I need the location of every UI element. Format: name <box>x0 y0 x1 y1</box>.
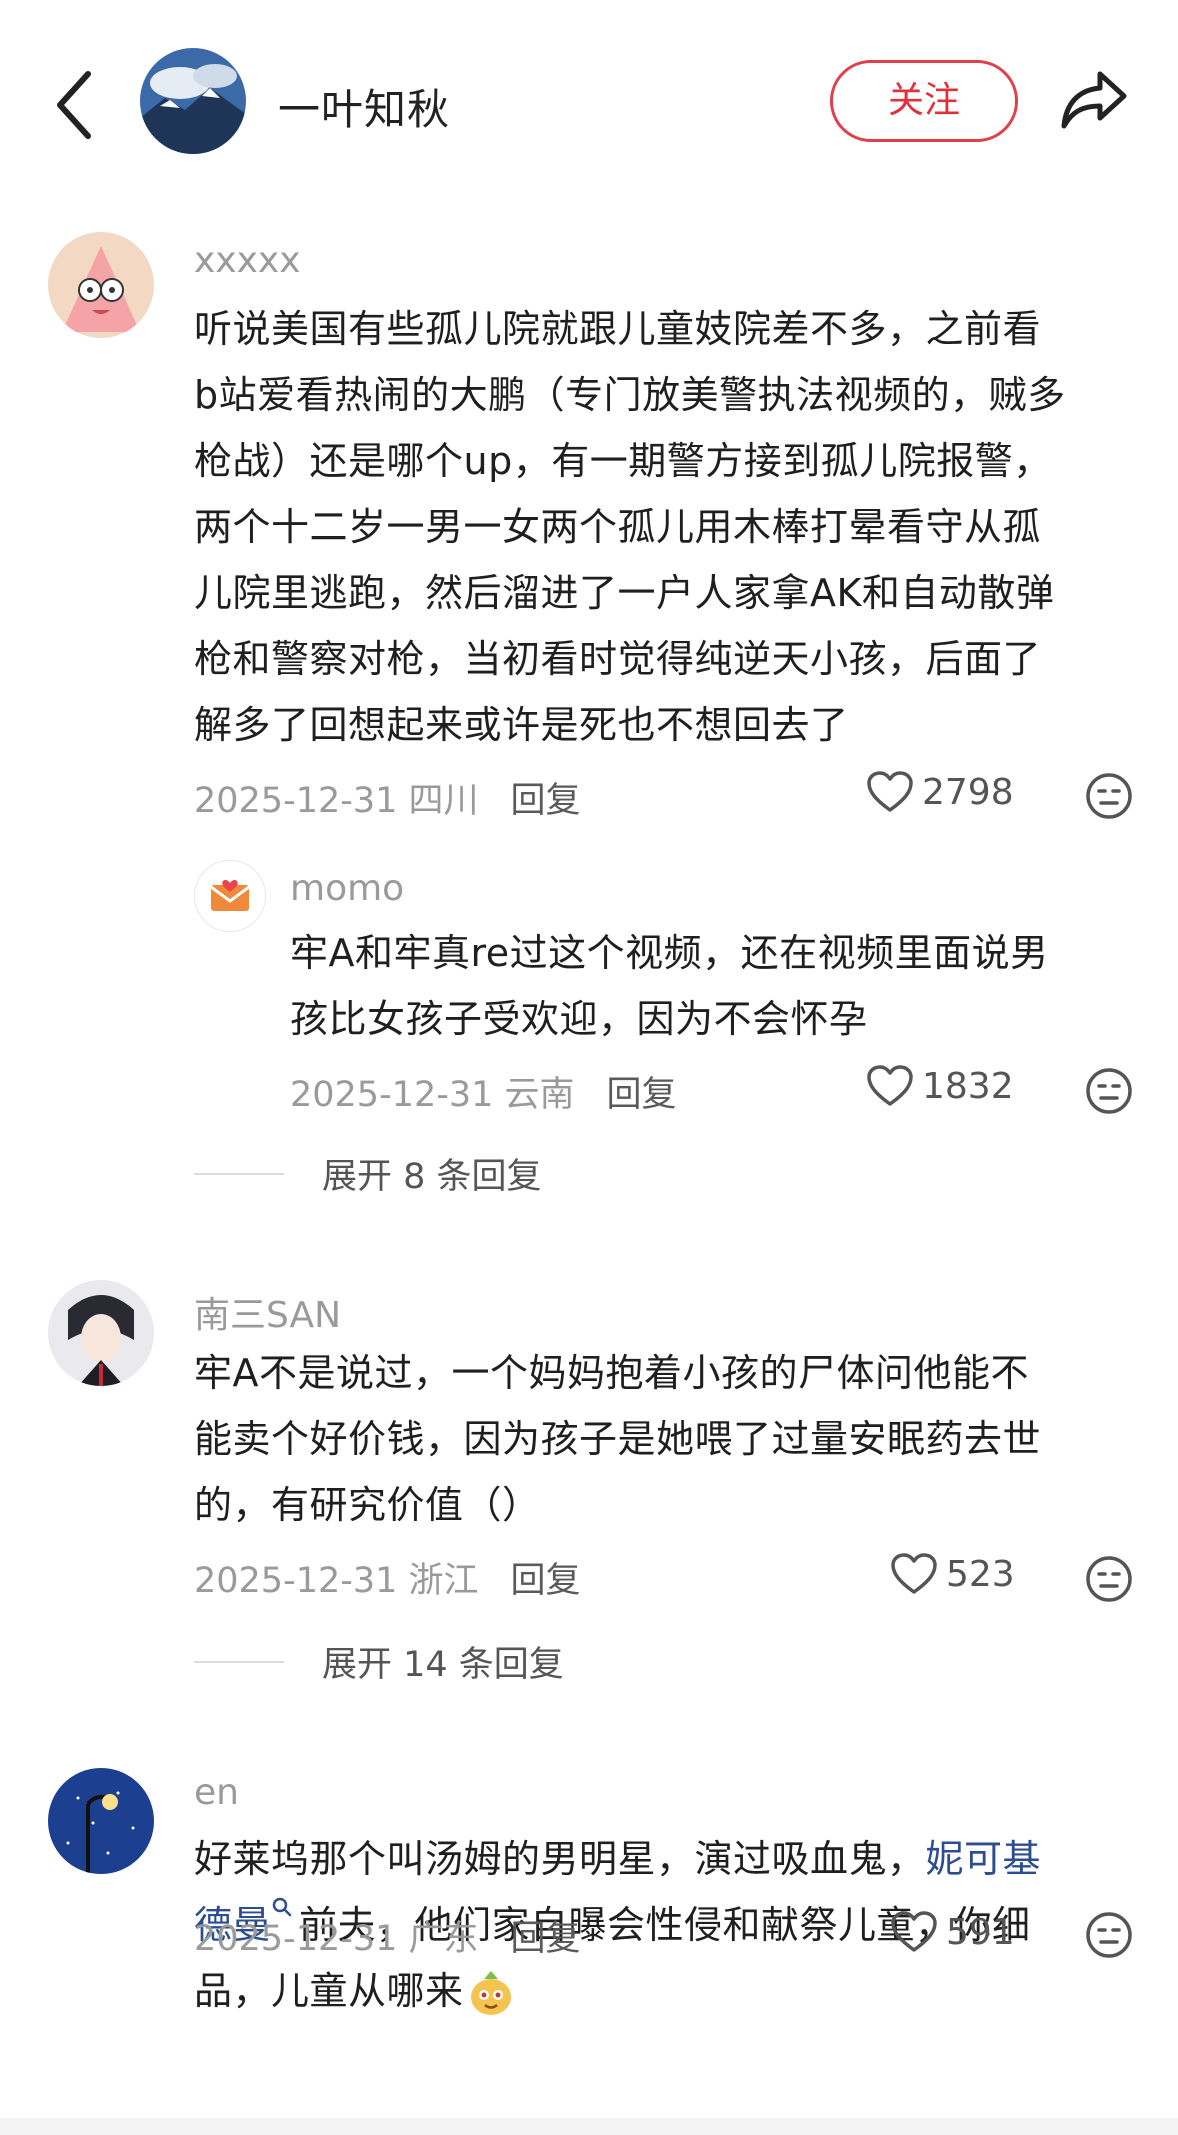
comment-meta: 2025-12-31 广东 回复 <box>194 1910 581 1961</box>
comment-username[interactable]: en <box>194 1772 239 1813</box>
back-icon[interactable] <box>52 66 98 144</box>
emoji-face-icon[interactable] <box>1084 1066 1134 1116</box>
avatar[interactable] <box>194 860 266 932</box>
avatar[interactable] <box>48 232 154 338</box>
comment-line: 儿院里逃跑，然后溜进了一户人家拿AK和自动散弹 <box>194 571 1055 615</box>
comment-line: 牢A和牢真re过这个视频，还在视频里面说男 <box>290 931 1049 975</box>
comment-line: 解多了回想起来或许是死也不想回去了 <box>194 703 849 747</box>
like-button[interactable]: 591 <box>890 1910 1015 1954</box>
author-avatar[interactable] <box>140 48 246 154</box>
comment-line: 听说美国有些孤儿院就跟儿童妓院差不多，之前看 <box>194 307 1042 351</box>
comment-line: 的，有研究价值（） <box>194 1483 541 1527</box>
expand-replies-label: 展开 8 条回复 <box>322 1157 542 1197</box>
heart-icon <box>867 771 913 812</box>
comment-text: 听说美国有些孤儿院就跟儿童妓院差不多，之前看 b站爱看热闹的大鹏（专门放美警执法… <box>194 296 1154 758</box>
like-count: 2798 <box>922 771 1014 813</box>
divider <box>194 1660 284 1663</box>
avatar[interactable] <box>48 1768 154 1874</box>
comment-date-location: 2025-12-31 四川 <box>194 781 479 821</box>
like-count: 591 <box>946 1911 1015 1953</box>
comment-date-location: 2025-12-31 云南 <box>290 1075 575 1115</box>
comment-username[interactable]: 南三SAN <box>194 1286 341 1338</box>
comment-line: 牢A不是说过，一个妈妈抱着小孩的尸体问他能不 <box>194 1351 1029 1395</box>
heart-icon <box>867 1065 913 1106</box>
comment-date-location: 2025-12-31 浙江 <box>194 1561 479 1601</box>
emoji-face-icon[interactable] <box>1084 771 1134 821</box>
avatar[interactable] <box>48 1280 154 1386</box>
comment-line: 枪和警察对枪，当初看时觉得纯逆天小孩，后面了 <box>194 637 1042 681</box>
divider <box>194 1172 284 1175</box>
expand-replies-button[interactable]: 展开 14 条回复 <box>194 1636 564 1687</box>
heart-icon <box>891 1911 937 1952</box>
expand-replies-label: 展开 14 条回复 <box>322 1645 564 1685</box>
like-button[interactable]: 2798 <box>866 770 1014 814</box>
comment-username[interactable]: xxxxx <box>194 240 301 281</box>
page-title: 一叶知秋 <box>278 85 451 134</box>
comment-line: 孩比女孩子受欢迎，因为不会怀孕 <box>290 997 868 1041</box>
comment-line: 能卖个好价钱，因为孩子是她喂了过量安眠药去世 <box>194 1417 1042 1461</box>
bottom-edge <box>0 2118 1178 2135</box>
comment-meta: 2025-12-31 浙江 回复 <box>194 1552 581 1603</box>
reply-button[interactable]: 回复 <box>511 1561 581 1601</box>
like-button[interactable]: 523 <box>890 1552 1015 1596</box>
comment-username[interactable]: momo <box>290 868 404 909</box>
like-button[interactable]: 1832 <box>866 1064 1014 1108</box>
share-icon[interactable] <box>1058 68 1130 132</box>
emoji-face-icon[interactable] <box>1084 1554 1134 1604</box>
comment-meta: 2025-12-31 云南 回复 <box>290 1066 677 1117</box>
expand-replies-button[interactable]: 展开 8 条回复 <box>194 1148 542 1199</box>
comment-line: 好莱坞那个叫汤姆的男明星，演过吸血鬼，妮可基 <box>194 1826 1154 1892</box>
sticker-emoji-icon <box>470 1970 511 2015</box>
comment-text-span: 品，儿童从哪来 <box>194 1969 464 2013</box>
emoji-face-icon[interactable] <box>1084 1910 1134 1960</box>
comment-line: b站爱看热闹的大鹏（专门放美警执法视频的，贼多 <box>194 373 1066 417</box>
follow-button[interactable]: 关注 <box>830 60 1018 142</box>
heart-icon <box>891 1553 937 1594</box>
comment-line: 两个十二岁一男一女两个孤儿用木棒打晕看守从孤 <box>194 505 1042 549</box>
comment-text: 牢A和牢真re过这个视频，还在视频里面说男 孩比女孩子受欢迎，因为不会怀孕 <box>290 920 1150 1052</box>
comment-text: 牢A不是说过，一个妈妈抱着小孩的尸体问他能不 能卖个好价钱，因为孩子是她喂了过量… <box>194 1340 1154 1538</box>
comment-date-location: 2025-12-31 广东 <box>194 1919 479 1959</box>
reply-button[interactable]: 回复 <box>607 1075 677 1115</box>
like-count: 1832 <box>922 1065 1014 1107</box>
comment-line: 品，儿童从哪来 <box>194 1958 1154 2024</box>
comment-line: 枪战）还是哪个up，有一期警方接到孤儿院报警， <box>194 439 1052 483</box>
comment-meta: 2025-12-31 四川 回复 <box>194 772 581 823</box>
like-count: 523 <box>946 1553 1015 1595</box>
topic-link[interactable]: 妮可基 <box>926 1837 1042 1881</box>
comment-text-span: 好莱坞那个叫汤姆的男明星，演过吸血鬼， <box>194 1837 926 1881</box>
reply-button[interactable]: 回复 <box>511 1919 581 1959</box>
reply-button[interactable]: 回复 <box>511 781 581 821</box>
